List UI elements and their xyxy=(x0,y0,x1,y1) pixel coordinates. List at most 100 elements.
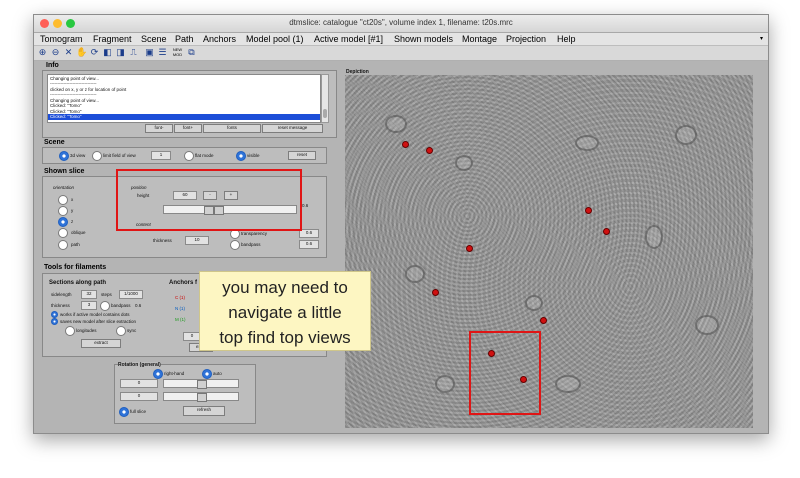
option1-checkbox[interactable] xyxy=(51,311,58,318)
zoom-out-icon[interactable]: ⊖ xyxy=(50,47,61,58)
menu-shown-models[interactable]: Shown models xyxy=(394,33,453,45)
font-minus-button[interactable]: font- xyxy=(145,124,173,133)
app-window: dtmslice: catalogue "ct20s", volume inde… xyxy=(33,14,769,434)
rotation-slider-2-thumb[interactable] xyxy=(197,393,207,402)
sidelength-field[interactable]: 32 xyxy=(81,290,97,299)
rotation-field-2[interactable]: 0 xyxy=(120,392,158,401)
model-point[interactable] xyxy=(540,317,547,324)
fit-icon[interactable]: ✕ xyxy=(63,47,74,58)
full-slice-label: full slice xyxy=(130,409,147,414)
auto-radio[interactable] xyxy=(202,369,212,379)
info-log: Changing point of view... --------------… xyxy=(47,74,321,123)
rotation-title: Rotation (general) xyxy=(118,362,161,368)
sync-radio[interactable] xyxy=(116,326,126,336)
reset-message-button[interactable]: reset message xyxy=(262,124,323,133)
longitudes-radio[interactable] xyxy=(65,326,75,336)
tooltip-line-1: you may need to xyxy=(222,278,348,297)
particle xyxy=(575,135,599,151)
new-model-icon[interactable]: NEW MOD xyxy=(172,47,183,58)
log-line: Clicked: "Tomo" xyxy=(50,103,82,108)
rotation-slider-2[interactable] xyxy=(163,392,239,402)
view-3d-radio[interactable] xyxy=(59,151,69,161)
rotation-slider-1[interactable] xyxy=(163,379,239,389)
menu-tomogram[interactable]: Tomogram xyxy=(40,33,83,45)
steps-field[interactable]: 1/1000 xyxy=(119,290,143,299)
orientation-y-label: y xyxy=(71,208,74,213)
transparency-label: transparency xyxy=(241,231,268,236)
tomogram-depiction[interactable] xyxy=(345,75,753,428)
transparency-field[interactable]: 0.6 xyxy=(299,229,319,238)
model-point[interactable] xyxy=(466,245,473,252)
anchors-label: Anchors f xyxy=(169,280,198,286)
particle xyxy=(385,115,407,133)
model-point[interactable] xyxy=(402,141,409,148)
invert-icon[interactable]: ◨ xyxy=(115,47,126,58)
profile-icon[interactable]: ⎍ xyxy=(128,47,139,58)
menu-anchors[interactable]: Anchors xyxy=(203,33,236,45)
limit-fov-field[interactable]: 1 xyxy=(151,151,171,160)
limit-fov-label: limit field of view xyxy=(103,153,136,158)
bandpass-field[interactable]: 0.6 xyxy=(299,240,319,249)
particle xyxy=(455,155,473,171)
menu-help[interactable]: Help xyxy=(557,33,576,45)
thickness-field[interactable]: 10 xyxy=(185,236,209,245)
zoom-in-icon[interactable]: ⊕ xyxy=(37,47,48,58)
orientation-oblique-radio[interactable] xyxy=(58,228,68,238)
scene-title: Scene xyxy=(44,139,65,146)
save-icon[interactable]: ▣ xyxy=(144,47,155,58)
orientation-y-radio[interactable] xyxy=(58,206,68,216)
stack-icon[interactable]: ☰ xyxy=(157,47,168,58)
title-bar: dtmslice: catalogue "ct20s", volume inde… xyxy=(34,15,768,33)
flat-mode-radio[interactable] xyxy=(184,151,194,161)
rotation-field-1[interactable]: 0 xyxy=(120,379,158,388)
rotate-icon[interactable]: ⟳ xyxy=(89,47,100,58)
orientation-z-label: z xyxy=(71,219,74,224)
limit-fov-radio[interactable] xyxy=(92,151,102,161)
tooltip-line-3: top find top views xyxy=(219,328,351,347)
menu-scene[interactable]: Scene xyxy=(141,33,167,45)
info-scrollbar[interactable] xyxy=(321,74,329,123)
visible-radio[interactable] xyxy=(236,151,246,161)
menu-path[interactable]: Path xyxy=(175,33,194,45)
extract-button[interactable]: extract xyxy=(81,339,121,348)
log-selected-row[interactable]: Clicked: "Tomo" xyxy=(48,114,320,120)
menu-projection[interactable]: Projection xyxy=(506,33,546,45)
tooltip-callout: you may need to navigate a little top fi… xyxy=(199,271,371,351)
view-3d-label: 3d view xyxy=(70,153,86,158)
menu-model-pool[interactable]: Model pool (1) xyxy=(246,33,304,45)
copy-icon[interactable]: ⧉ xyxy=(186,47,197,58)
menu-fragment[interactable]: Fragment xyxy=(93,33,132,45)
tools-bandpass-radio[interactable] xyxy=(100,301,110,311)
scroll-thumb[interactable] xyxy=(323,109,327,118)
info-title: Info xyxy=(46,62,59,69)
rotation-slider-1-thumb[interactable] xyxy=(197,380,207,389)
orientation-path-radio[interactable] xyxy=(58,240,68,250)
full-slice-radio[interactable] xyxy=(119,407,129,417)
particle xyxy=(695,315,719,335)
longitudes-label: longitudes xyxy=(76,328,97,333)
right-hand-radio[interactable] xyxy=(153,369,163,379)
orientation-z-radio[interactable] xyxy=(58,217,68,227)
orientation-oblique-label: oblique xyxy=(71,230,86,235)
steps-label: steps xyxy=(101,292,112,297)
refresh-button[interactable]: refresh xyxy=(183,406,225,416)
bandpass-radio[interactable] xyxy=(230,240,240,250)
model-point[interactable] xyxy=(432,289,439,296)
contrast-icon[interactable]: ◧ xyxy=(102,47,113,58)
particle xyxy=(405,265,425,283)
pan-icon[interactable]: ✋ xyxy=(76,47,87,58)
model-point[interactable] xyxy=(426,147,433,154)
font-plus-button[interactable]: font+ xyxy=(174,124,202,133)
orientation-x-radio[interactable] xyxy=(58,195,68,205)
sections-label: Sections along path xyxy=(49,280,107,286)
scene-reset-button[interactable]: reset xyxy=(288,151,316,160)
fonts-button[interactable]: fonts xyxy=(203,124,261,133)
menu-overflow-icon[interactable]: ▾ xyxy=(760,33,763,45)
model-point[interactable] xyxy=(585,207,592,214)
tools-thickness-field[interactable]: 3 xyxy=(81,301,97,310)
option2-checkbox[interactable] xyxy=(51,318,58,325)
model-point[interactable] xyxy=(603,228,610,235)
menu-montage[interactable]: Montage xyxy=(462,33,497,45)
particle xyxy=(435,375,455,393)
menu-active-model[interactable]: Active model [#1] xyxy=(314,33,383,45)
